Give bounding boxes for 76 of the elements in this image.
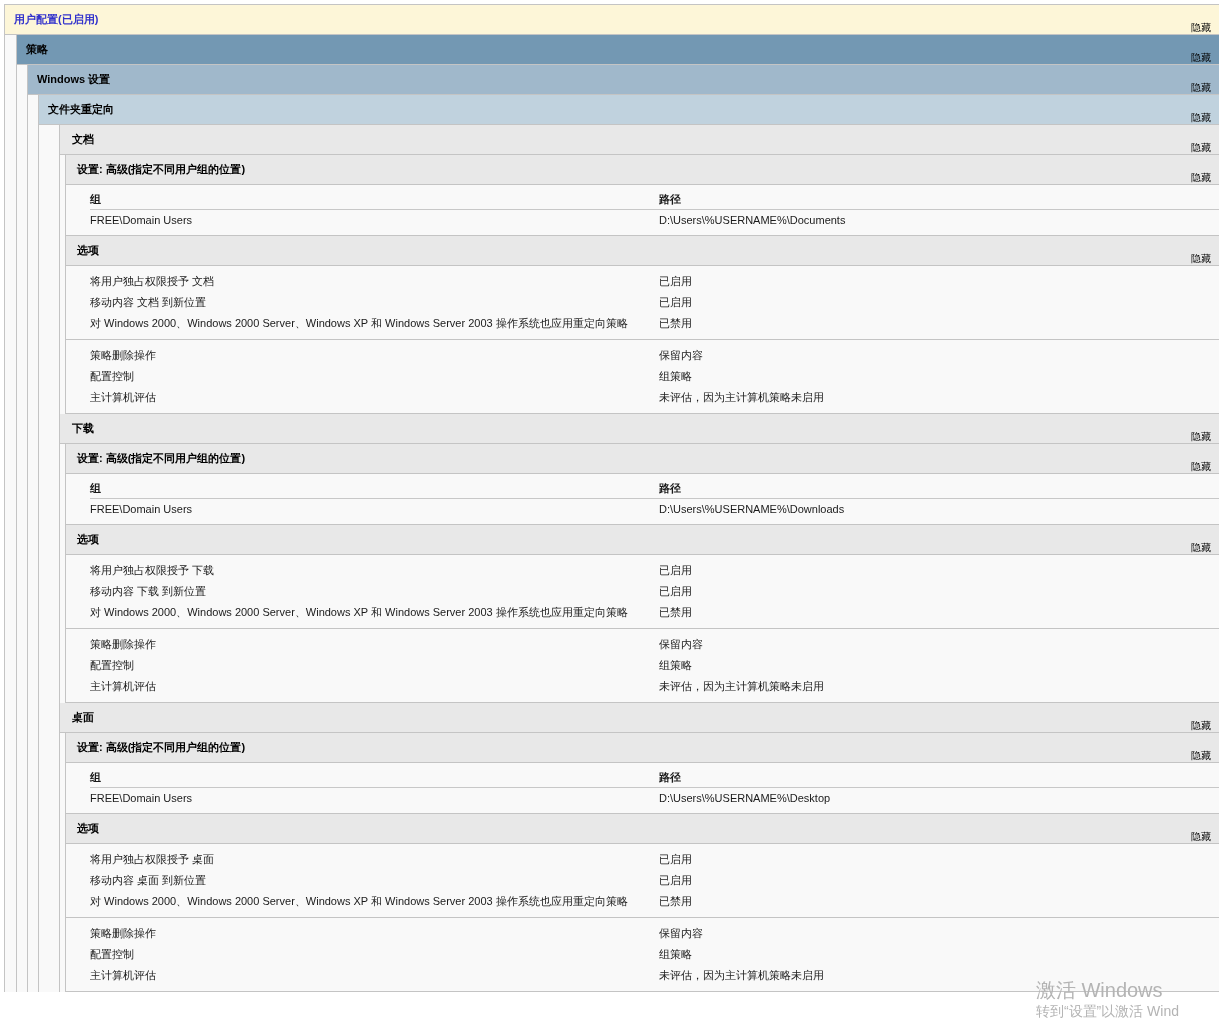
section-title: 选项 xyxy=(76,244,99,257)
table-cell-text: 移动内容 桌面 到新位置 xyxy=(90,874,208,887)
table-cell: 组策略 xyxy=(659,370,692,383)
table-cell: D:\Users\%USERNAME%\Documents xyxy=(659,214,846,227)
table-cell-text: 主计算机评估 xyxy=(90,969,157,982)
table-cell: D:\Users\%USERNAME%\Downloads xyxy=(659,503,845,516)
table-cell-text: 对 Windows 2000、Windows 2000 Server、Windows XP 和 Windows Server 2003 操作系统也应用重定向策略 xyxy=(90,317,629,330)
table-cell-text: 对 Windows 2000、Windows 2000 Server、Windows XP 和 Windows Server 2003 操作系统也应用重定向策略 xyxy=(90,895,629,908)
table-cell-text: 主计算机评估 xyxy=(90,680,157,693)
table-cell: 未评估，因为主计算机策略未启用 xyxy=(659,969,824,982)
table-cell-text: FREE\Domain Users xyxy=(90,792,194,805)
section-title: 桌面 xyxy=(71,711,94,724)
table-cell: 已启用 xyxy=(659,853,692,866)
hide-link[interactable]: 隐藏 xyxy=(1191,82,1211,93)
hide-link[interactable]: 隐藏 xyxy=(1191,750,1211,761)
table-cell: 保留内容 xyxy=(659,349,703,362)
table-cell: 已禁用 xyxy=(659,895,692,908)
table-cell-text: 策略删除操作 xyxy=(90,927,157,940)
hide-link[interactable]: 隐藏 xyxy=(1191,542,1211,553)
table-cell-text: 对 Windows 2000、Windows 2000 Server、Windows XP 和 Windows Server 2003 操作系统也应用重定向策略 xyxy=(90,606,629,619)
hide-link[interactable]: 隐藏 xyxy=(1191,52,1211,63)
table-cell: 已启用 xyxy=(659,296,692,309)
hide-link[interactable]: 隐藏 xyxy=(1191,253,1211,264)
table-cell-text: 主计算机评估 xyxy=(90,391,157,404)
table-cell-text: 配置控制 xyxy=(90,659,135,672)
table-cell: 已启用 xyxy=(659,275,692,288)
section-title: 下载 xyxy=(71,422,94,435)
section-title: 设置: 高级(指定不同用户组的位置) xyxy=(76,452,246,465)
table-cell: 已启用 xyxy=(659,564,692,577)
section-title: 选项 xyxy=(76,533,99,546)
table-cell: 已启用 xyxy=(659,585,692,598)
section-title: 策略 xyxy=(25,43,48,56)
table-cell: 保留内容 xyxy=(659,638,703,651)
section-title: 选项 xyxy=(76,822,99,835)
table-cell-text: FREE\Domain Users xyxy=(90,214,194,227)
column-header: 路径 xyxy=(659,192,681,206)
table-cell-text: 策略删除操作 xyxy=(90,638,157,651)
hide-link[interactable]: 隐藏 xyxy=(1191,831,1211,842)
hide-link[interactable]: 隐藏 xyxy=(1191,461,1211,472)
activation-title: 激活 Windows xyxy=(1035,978,1164,1002)
hide-link[interactable]: 隐藏 xyxy=(1191,22,1211,33)
table-cell: 保留内容 xyxy=(659,927,703,940)
table-cell: 已启用 xyxy=(659,874,692,887)
section-title: 用户配置(已启用) xyxy=(13,13,99,26)
hide-link[interactable]: 隐藏 xyxy=(1191,720,1211,731)
table-cell: 未评估，因为主计算机策略未启用 xyxy=(659,680,824,693)
section-title: 文件夹重定向 xyxy=(47,103,114,116)
section-title: 文档 xyxy=(71,133,94,146)
activation-hint: 转到“设置”以激活 Wind xyxy=(1035,1002,1179,1020)
table-cell: 已禁用 xyxy=(659,317,692,330)
column-header: 路径 xyxy=(659,481,681,495)
table-cell-text: 将用户独占权限授予 文档 xyxy=(90,275,216,288)
hide-link[interactable]: 隐藏 xyxy=(1191,431,1211,442)
table-cell-text: 策略删除操作 xyxy=(90,349,157,362)
table-cell-text: FREE\Domain Users xyxy=(90,503,194,516)
table-cell-text: 配置控制 xyxy=(90,948,135,961)
table-cell: 组策略 xyxy=(659,948,692,961)
table-cell: D:\Users\%USERNAME%\Desktop xyxy=(659,792,831,805)
hide-link[interactable]: 隐藏 xyxy=(1191,172,1211,183)
hide-link[interactable]: 隐藏 xyxy=(1191,112,1211,123)
table-cell-text: 将用户独占权限授予 桌面 xyxy=(90,853,216,866)
table-cell-text: 配置控制 xyxy=(90,370,135,383)
table-cell-text: 将用户独占权限授予 下载 xyxy=(90,564,216,577)
section-title: 设置: 高级(指定不同用户组的位置) xyxy=(76,163,246,176)
hide-link[interactable]: 隐藏 xyxy=(1191,142,1211,153)
column-header: 组 xyxy=(90,481,102,495)
table-cell-text: 移动内容 下载 到新位置 xyxy=(90,585,208,598)
section-title: Windows 设置 xyxy=(36,73,111,86)
column-header: 组 xyxy=(90,770,102,784)
table-cell: 未评估，因为主计算机策略未启用 xyxy=(659,391,824,404)
column-header: 路径 xyxy=(659,770,681,784)
table-cell-text: 移动内容 文档 到新位置 xyxy=(90,296,208,309)
column-header: 组 xyxy=(90,192,102,206)
table-cell: 组策略 xyxy=(659,659,692,672)
section-title: 设置: 高级(指定不同用户组的位置) xyxy=(76,741,246,754)
table-cell: 已禁用 xyxy=(659,606,692,619)
